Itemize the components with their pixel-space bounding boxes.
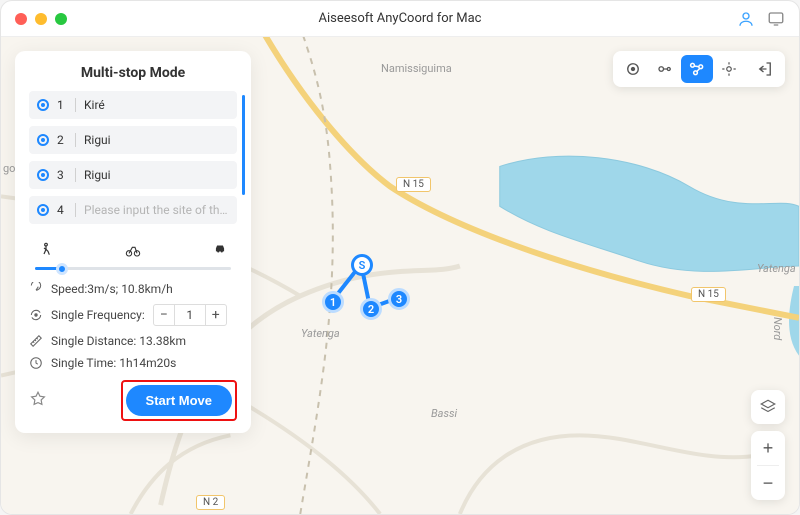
multi-stop-panel: Multi-stop Mode 1 Kiré 2 Rigui 3 (15, 51, 251, 433)
stop-number: 3 (57, 168, 67, 182)
speed-stat: Speed:3m/s; 10.8km/h (29, 282, 237, 296)
road-badge: N 2 (196, 495, 225, 510)
radio-icon (37, 134, 49, 146)
map-layers-button[interactable] (751, 390, 785, 424)
minimize-window[interactable] (35, 13, 47, 25)
stop-number: 4 (57, 203, 67, 217)
feedback-icon[interactable] (767, 10, 785, 28)
zoom-controls: + − (751, 431, 785, 500)
tool-multi-stop-icon[interactable] (681, 55, 713, 83)
clock-icon (29, 356, 43, 370)
frequency-increase[interactable]: + (205, 304, 227, 326)
account-icon[interactable] (737, 10, 755, 28)
stop-name: Rigui (84, 133, 229, 147)
route-node-3[interactable]: 3 (388, 288, 410, 310)
radio-icon (37, 204, 49, 216)
mode-toolbar (613, 51, 785, 87)
stop-number: 2 (57, 133, 67, 147)
distance-stat: Single Distance: 13.38km (29, 334, 237, 348)
tool-joystick-icon[interactable] (713, 55, 745, 83)
frequency-stat: Single Frequency: − 1 + (29, 304, 237, 326)
mode-car-icon[interactable] (209, 242, 231, 261)
frequency-decrease[interactable]: − (153, 304, 175, 326)
ruler-icon (29, 334, 43, 348)
road-badge: N 15 (691, 287, 726, 302)
stop-input-placeholder[interactable]: Please input the site of this pat (84, 203, 229, 217)
tool-exit-icon[interactable] (749, 55, 781, 83)
mode-bike-icon[interactable] (122, 242, 144, 261)
stop-input-row[interactable]: 4 Please input the site of this pat (29, 196, 237, 224)
stop-number: 1 (57, 98, 67, 112)
stop-row[interactable]: 2 Rigui (29, 126, 237, 154)
speed-slider[interactable] (35, 267, 231, 270)
start-move-button[interactable]: Start Move (126, 385, 232, 416)
window-title: Aiseesoft AnyCoord for Mac (1, 11, 799, 26)
stop-name: Kiré (84, 98, 229, 112)
stop-name: Rigui (84, 168, 229, 182)
zoom-window[interactable] (55, 13, 67, 25)
tool-one-stop-icon[interactable] (649, 55, 681, 83)
mode-walk-icon[interactable] (35, 242, 57, 261)
repeat-icon (29, 308, 43, 322)
start-move-highlight: Start Move (121, 380, 237, 421)
gauge-icon (29, 282, 43, 296)
route-node-2[interactable]: 2 (360, 298, 382, 320)
frequency-value: 1 (175, 304, 205, 326)
scroll-indicator[interactable] (242, 95, 245, 195)
route-node-1[interactable]: 1 (322, 291, 344, 313)
road-badge: N 15 (396, 177, 431, 192)
favorite-icon[interactable] (29, 390, 47, 411)
zoom-in-button[interactable]: + (751, 431, 785, 465)
panel-title: Multi-stop Mode (29, 65, 237, 81)
close-window[interactable] (15, 13, 27, 25)
route-start-node[interactable]: S (351, 254, 373, 276)
stop-row[interactable]: 3 Rigui (29, 161, 237, 189)
zoom-out-button[interactable]: − (751, 466, 785, 500)
radio-icon (37, 169, 49, 181)
stop-row[interactable]: 1 Kiré (29, 91, 237, 119)
time-stat: Single Time: 1h14m20s (29, 356, 237, 370)
radio-icon (37, 99, 49, 111)
tool-modify-location-icon[interactable] (617, 55, 649, 83)
